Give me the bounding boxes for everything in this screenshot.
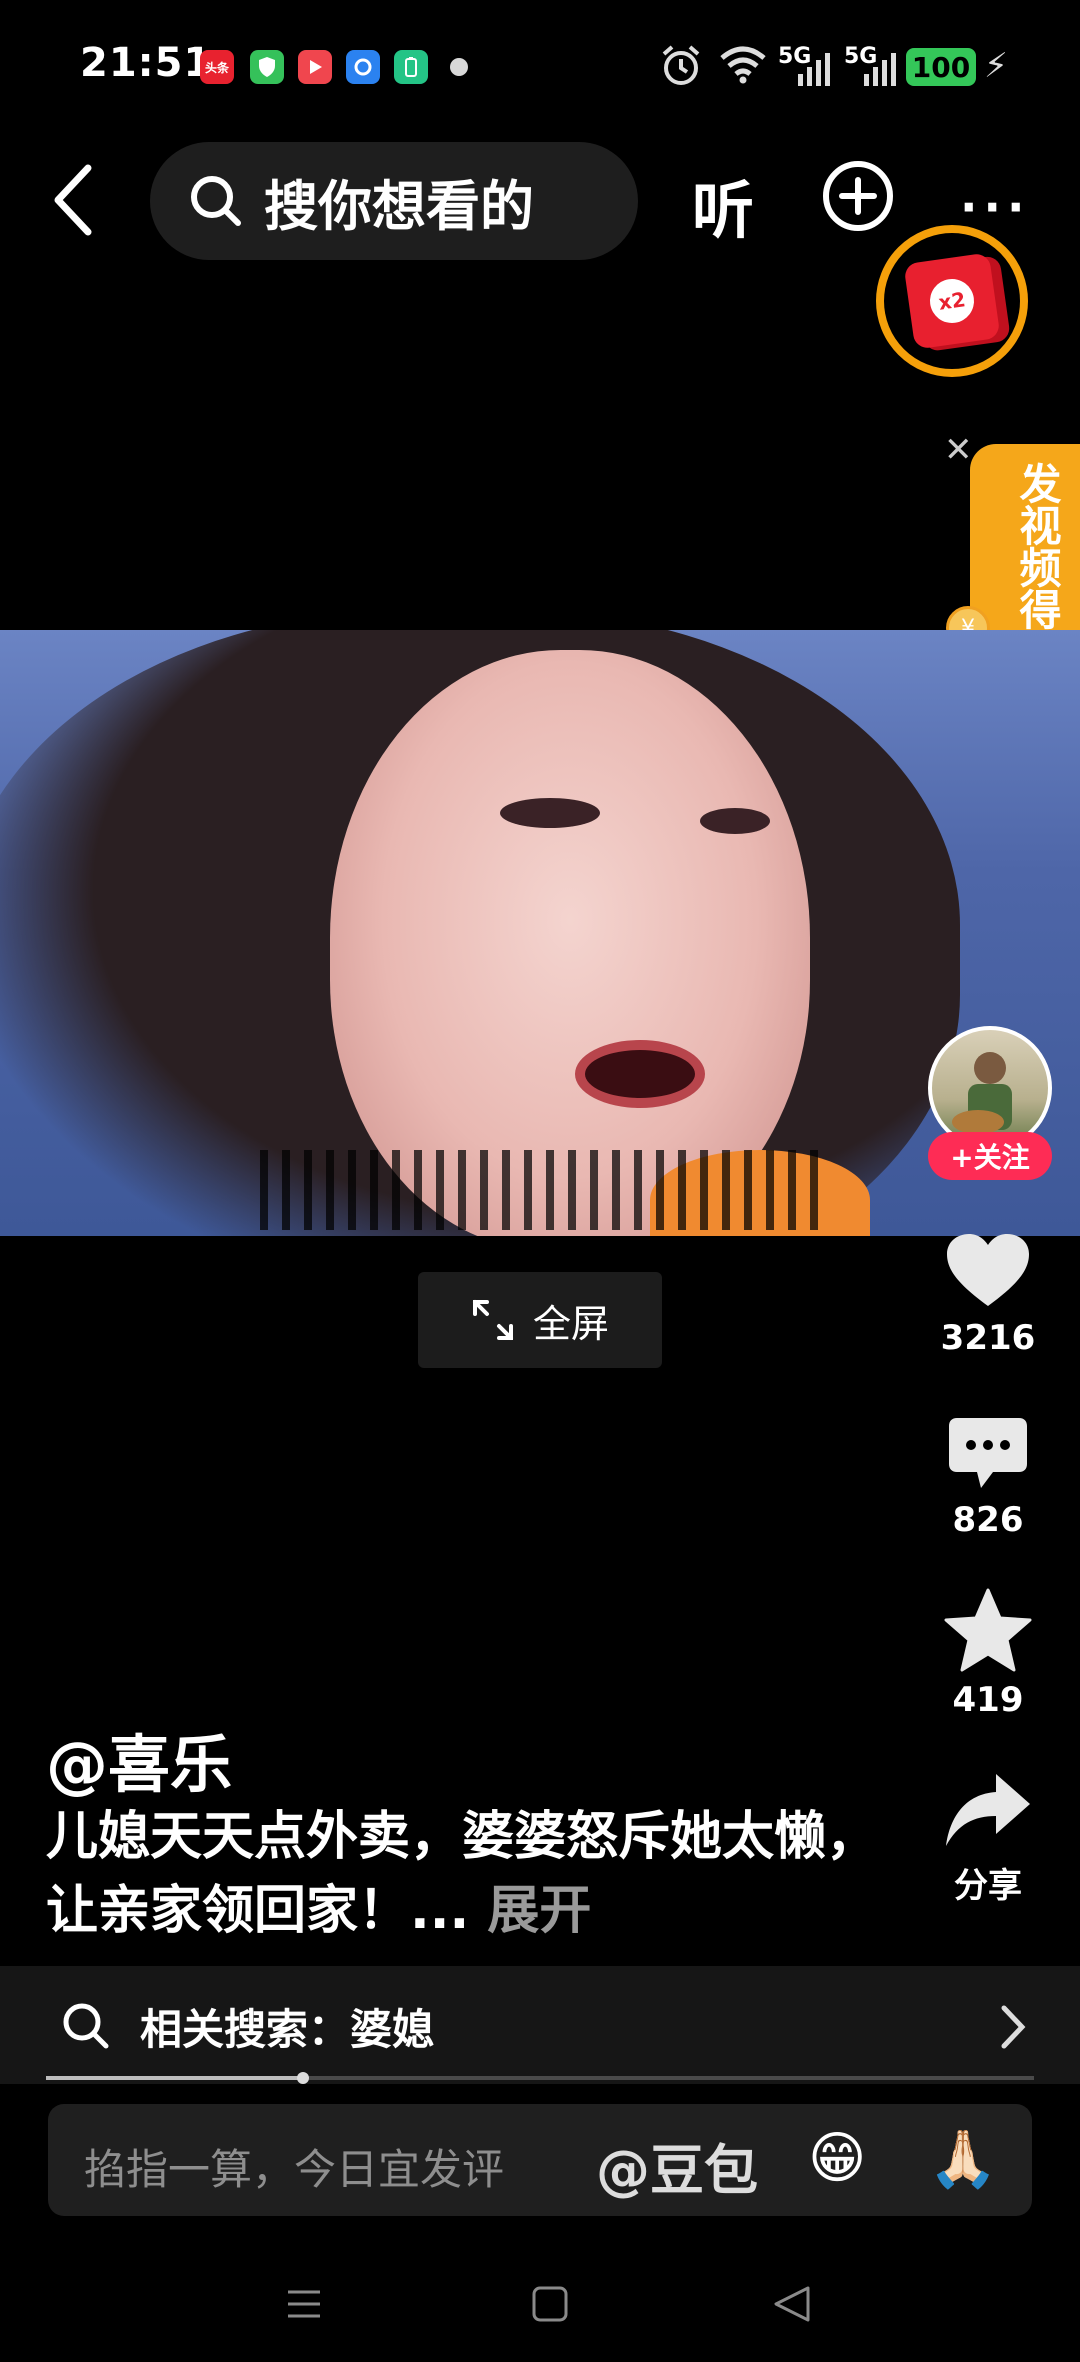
menu-icon[interactable] (284, 2284, 324, 2324)
notification-dot (450, 58, 468, 76)
caption-text: 儿媳天天点外卖，婆婆怒斥她太懒，让亲家领回家！... (46, 1807, 879, 1941)
like-count: 3216 (940, 1318, 1036, 1358)
related-search-label: 相关搜索：婆媳 (140, 2005, 435, 2054)
mention-doubao-button[interactable]: @豆包 (596, 2126, 758, 2205)
toutiao-icon: 头条 (200, 50, 234, 84)
video-player[interactable] (0, 630, 1080, 1236)
comment-button[interactable]: 826 (918, 1416, 1058, 1540)
video-progress-handle[interactable] (297, 2072, 309, 2084)
video-mouth-shape (575, 1040, 705, 1108)
banner-close-icon[interactable]: ✕ (944, 430, 973, 470)
red-packet-button[interactable]: x2 (876, 225, 1028, 377)
comment-placeholder: 掐指一算，今日宜发评 (84, 2145, 505, 2194)
share-arrow-icon (946, 1774, 1030, 1846)
cell-signal-icon-2 (864, 53, 896, 86)
charging-icon: ⚡ (984, 46, 1008, 86)
video-eye-shape (700, 808, 770, 834)
shield-app-icon (250, 50, 284, 84)
alarm-icon (662, 45, 700, 85)
search-placeholder: 搜你想看的 (264, 174, 534, 238)
browser-app-icon (346, 50, 380, 84)
cell-signal-icon (798, 53, 830, 86)
star-icon (944, 1588, 1032, 1672)
back-nav-icon[interactable] (770, 2284, 814, 2324)
comment-count: 826 (952, 1500, 1024, 1540)
fullscreen-label: 全屏 (532, 1301, 609, 1346)
follow-button[interactable]: +关注 (928, 1132, 1052, 1180)
status-bar: 21:51 头条 5G 5G 100 ⚡ (0, 0, 1080, 130)
search-input[interactable]: 搜你想看的 (150, 142, 638, 260)
expand-icon (472, 1300, 513, 1340)
search-icon (63, 2003, 109, 2049)
add-circle-icon[interactable] (822, 160, 894, 232)
avatar-image (952, 1052, 1012, 1134)
share-label: 分享 (954, 1866, 1022, 1906)
red-packet-multiplier: x2 (927, 276, 977, 326)
share-button[interactable]: 分享 (918, 1772, 1058, 1907)
more-options-button[interactable]: ··· (960, 180, 1030, 234)
video-subtitle-mask (260, 1150, 820, 1230)
expand-link[interactable]: 展开 (487, 1881, 591, 1941)
favorite-button[interactable]: 419 (918, 1588, 1058, 1720)
heart-icon (947, 1234, 1029, 1306)
status-time: 21:51 (80, 40, 213, 86)
video-eye-shape (500, 798, 600, 828)
search-icon (191, 176, 241, 226)
pray-emoji-button[interactable]: 🙏🏻 (928, 2126, 998, 2192)
video-face-shape (330, 650, 810, 1236)
battery-indicator: 100 (906, 48, 976, 86)
video-progress-fill (46, 2076, 303, 2080)
fullscreen-button[interactable]: 全屏 (418, 1272, 662, 1368)
battery-app-icon (394, 50, 428, 84)
like-button[interactable]: 3216 (918, 1232, 1058, 1358)
red-packet-icon: x2 (903, 252, 1001, 350)
video-caption[interactable]: 儿媳天天点外卖，婆婆怒斥她太懒，让亲家领回家！... 展开 (46, 1800, 886, 1948)
comment-icon (949, 1418, 1027, 1488)
chevron-right-icon (1001, 2005, 1026, 2049)
wifi-icon (720, 46, 766, 84)
listen-button[interactable]: 听 (692, 160, 754, 250)
back-arrow-icon[interactable] (48, 160, 98, 240)
home-icon[interactable] (530, 2284, 570, 2324)
author-name[interactable]: @喜乐 (46, 1714, 232, 1804)
grin-emoji-button[interactable]: 😁 (808, 2126, 866, 2191)
video-app-icon (298, 50, 332, 84)
favorite-count: 419 (952, 1680, 1024, 1720)
system-nav-bar (0, 2260, 1080, 2362)
